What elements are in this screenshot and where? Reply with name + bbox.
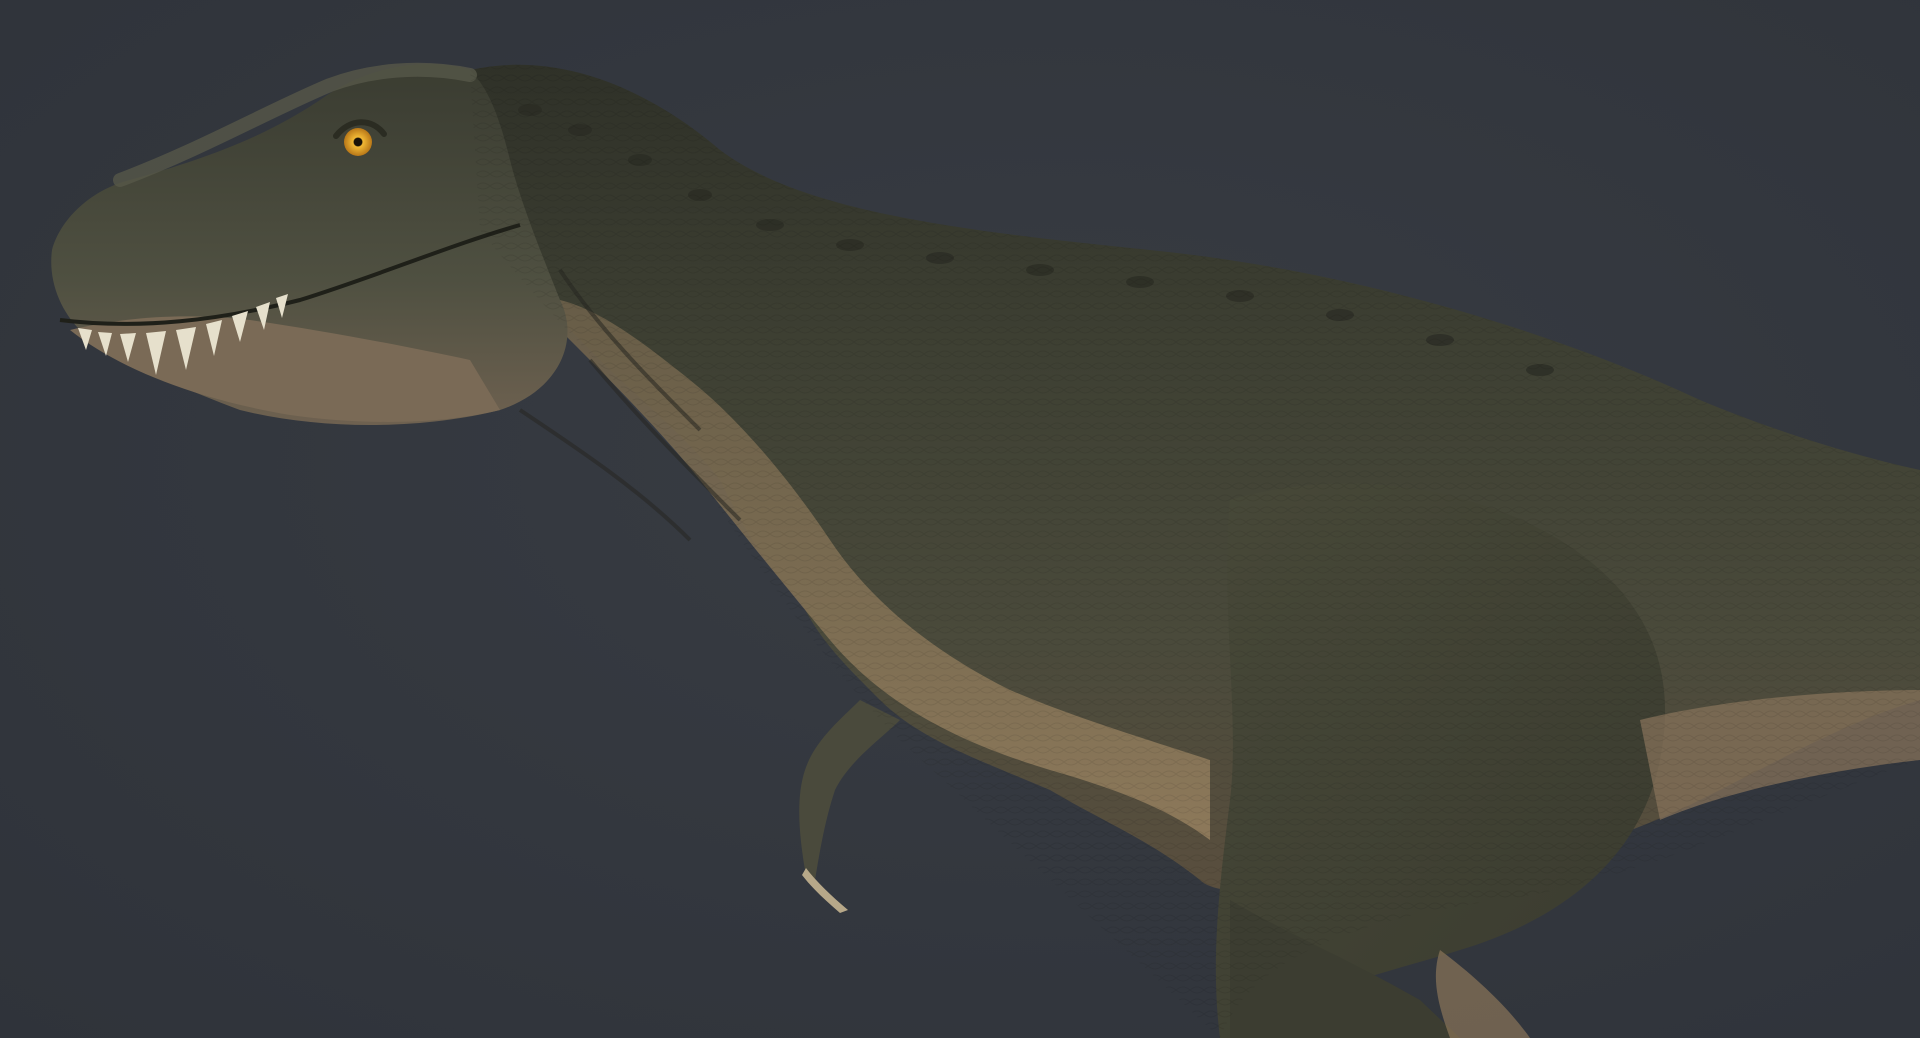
trex-eye: [344, 128, 372, 156]
trex-claw: [802, 868, 848, 913]
trex-render: [51, 62, 1920, 1038]
render-viewport: [0, 0, 1920, 1038]
trex-hind-shin: [1435, 950, 1530, 1038]
trex-arm: [799, 700, 900, 880]
trex-scale-texture: [470, 64, 1920, 1038]
